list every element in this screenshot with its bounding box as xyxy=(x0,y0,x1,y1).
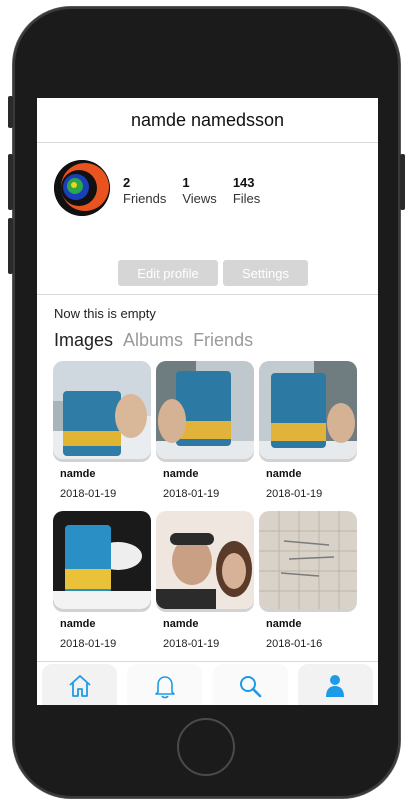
card-date: 2018-01-19 xyxy=(163,488,220,500)
volume-up-button xyxy=(8,154,13,210)
stat-label: Friends xyxy=(123,191,167,206)
card-author: namde xyxy=(60,468,96,480)
card-date: 2018-01-19 xyxy=(60,488,117,500)
card-date: 2018-01-19 xyxy=(60,638,117,650)
bottom-tab-bar xyxy=(37,661,378,705)
image-card[interactable]: namde 2018-01-16 xyxy=(259,511,357,654)
image-thumbnail[interactable] xyxy=(259,361,357,459)
image-card[interactable]: namde 2018-01-19 xyxy=(156,361,254,504)
card-author: namde xyxy=(266,468,302,480)
user-icon xyxy=(326,675,345,697)
image-card[interactable]: namde 2018-01-19 xyxy=(259,361,357,504)
tabbar-notifications[interactable] xyxy=(127,664,203,705)
profile-section: 2 Friends 1 Views 143 Files Edit profile… xyxy=(37,143,378,321)
stat-value: 2 xyxy=(123,175,131,190)
mute-switch xyxy=(8,96,13,128)
image-thumbnail[interactable] xyxy=(53,511,151,609)
bell-icon xyxy=(155,676,175,699)
tab-friends[interactable]: Friends xyxy=(193,330,253,351)
image-thumbnail[interactable] xyxy=(156,511,254,609)
card-author: namde xyxy=(266,618,302,630)
tabbar-profile[interactable] xyxy=(297,664,373,705)
power-button xyxy=(400,154,405,210)
volume-down-button xyxy=(8,218,13,274)
card-author: namde xyxy=(163,618,199,630)
card-date: 2018-01-19 xyxy=(266,488,323,500)
home-icon xyxy=(69,675,91,697)
profile-stats: 2 Friends 1 Views 143 Files xyxy=(123,175,276,207)
stat-value: 143 xyxy=(232,175,255,190)
stat-value: 1 xyxy=(182,175,190,190)
tab-images[interactable]: Images xyxy=(54,330,113,351)
image-card[interactable]: namde 2018-01-19 xyxy=(53,511,151,654)
card-date: 2018-01-19 xyxy=(163,638,220,650)
avatar[interactable] xyxy=(54,160,110,216)
edit-profile-button[interactable]: Edit profile xyxy=(118,260,218,286)
card-author: namde xyxy=(60,618,96,630)
stat-label: Views xyxy=(182,191,217,206)
search-icon xyxy=(240,676,262,698)
home-button[interactable] xyxy=(177,718,235,776)
content-tabs: Images Albums Friends xyxy=(54,330,263,351)
profile-bio: Now this is empty xyxy=(54,306,156,321)
tabbar-search[interactable] xyxy=(212,664,288,705)
card-author: namde xyxy=(163,468,199,480)
image-card[interactable]: namde 2018-01-19 xyxy=(156,511,254,654)
image-card[interactable]: namde 2018-01-19 xyxy=(53,361,151,504)
stat-views[interactable]: 1 Views xyxy=(182,175,216,207)
settings-button[interactable]: Settings xyxy=(223,260,308,286)
stat-label: Files xyxy=(232,191,261,206)
image-thumbnail[interactable] xyxy=(53,361,151,459)
stat-files[interactable]: 143 Files xyxy=(233,175,260,207)
tabbar-home[interactable] xyxy=(42,664,118,705)
image-thumbnail[interactable] xyxy=(156,361,254,459)
stat-friends[interactable]: 2 Friends xyxy=(123,175,166,207)
tab-albums[interactable]: Albums xyxy=(123,330,183,351)
page-title: namde namedsson xyxy=(37,98,378,143)
card-date: 2018-01-16 xyxy=(266,638,323,650)
app-screen: namde namedsson 2 Friends 1 Views 143 Fi… xyxy=(37,98,378,705)
image-thumbnail[interactable] xyxy=(259,511,357,609)
